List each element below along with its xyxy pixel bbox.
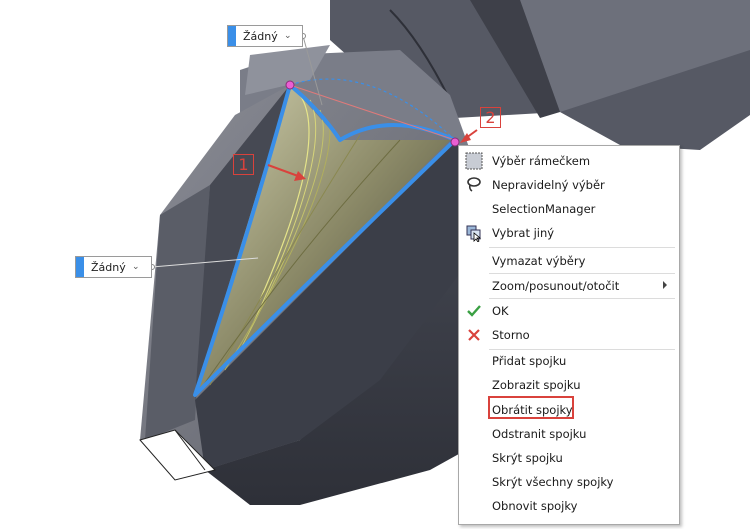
menu-item-show-connector[interactable]: Zobrazit spojku xyxy=(459,373,679,397)
menu-item-clear-selections[interactable]: Vymazat výběry xyxy=(459,249,679,273)
box-select-icon xyxy=(465,152,483,170)
menu-item-label: Vymazat výběry xyxy=(492,254,586,268)
menu-item-add-connector[interactable]: Přidat spojku xyxy=(459,349,679,373)
annotation-tag-1: 1 xyxy=(233,154,254,175)
menu-item-hide-connector[interactable]: Skrýt spojku xyxy=(459,446,679,470)
menu-item-ok[interactable]: OK xyxy=(459,299,679,323)
top-callout-label: Žádný xyxy=(243,29,278,43)
menu-item-label: Storno xyxy=(492,328,530,342)
menu-item-label: Obnovit spojky xyxy=(492,499,578,513)
menu-item-label: Obrátit spojky xyxy=(492,403,573,417)
menu-item-box-select[interactable]: Výběr rámečkem xyxy=(459,149,679,173)
menu-item-select-other[interactable]: Vybrat jiný xyxy=(459,221,679,245)
callout-color-swatch xyxy=(76,257,84,277)
top-connector-callout[interactable]: Žádný ⌄ xyxy=(227,25,303,47)
chevron-down-icon[interactable]: ⌄ xyxy=(130,262,142,272)
menu-item-label: Skrýt spojku xyxy=(492,451,563,465)
menu-item-remove-connector[interactable]: Odstranit spojku xyxy=(459,422,679,446)
menu-item-label: Zobrazit spojku xyxy=(492,378,581,392)
menu-item-label: Přidat spojku xyxy=(492,354,567,368)
menu-item-lasso-select[interactable]: Nepravidelný výběr xyxy=(459,173,679,197)
select-other-icon xyxy=(465,224,483,242)
annotation-tag-2: 2 xyxy=(480,107,501,128)
left-callout-label: Žádný xyxy=(91,260,126,274)
callout-color-swatch xyxy=(228,26,236,46)
menu-item-label: Odstranit spojku xyxy=(492,427,587,441)
context-menu: Výběr rámečkem Nepravidelný výběr Select… xyxy=(458,145,680,525)
cross-icon xyxy=(465,326,483,344)
menu-item-label: Vybrat jiný xyxy=(492,226,555,240)
menu-separator xyxy=(489,247,675,248)
checkmark-icon xyxy=(465,302,483,320)
menu-item-reset-connectors[interactable]: Obnovit spojky xyxy=(459,494,679,518)
menu-item-label: Nepravidelný výběr xyxy=(492,178,605,192)
menu-item-label: SelectionManager xyxy=(492,202,596,216)
submenu-arrow-icon xyxy=(663,281,667,289)
menu-item-hide-all-connectors[interactable]: Skrýt všechny spojky xyxy=(459,470,679,494)
menu-item-selection-manager[interactable]: SelectionManager xyxy=(459,197,679,221)
menu-item-label: OK xyxy=(492,304,509,318)
menu-item-flip-connectors[interactable]: Obrátit spojky xyxy=(459,396,679,422)
connector-point-top[interactable] xyxy=(285,80,295,90)
menu-item-zoom-pan-rotate[interactable]: Zoom/posunout/otočit xyxy=(459,274,679,298)
menu-item-label: Zoom/posunout/otočit xyxy=(492,279,620,293)
menu-item-label: Skrýt všechny spojky xyxy=(492,475,614,489)
menu-item-cancel[interactable]: Storno xyxy=(459,323,679,347)
left-connector-callout[interactable]: Žádný ⌄ xyxy=(75,256,152,278)
menu-item-label: Výběr rámečkem xyxy=(492,154,591,168)
chevron-down-icon[interactable]: ⌄ xyxy=(282,31,294,41)
lasso-icon xyxy=(465,176,483,194)
